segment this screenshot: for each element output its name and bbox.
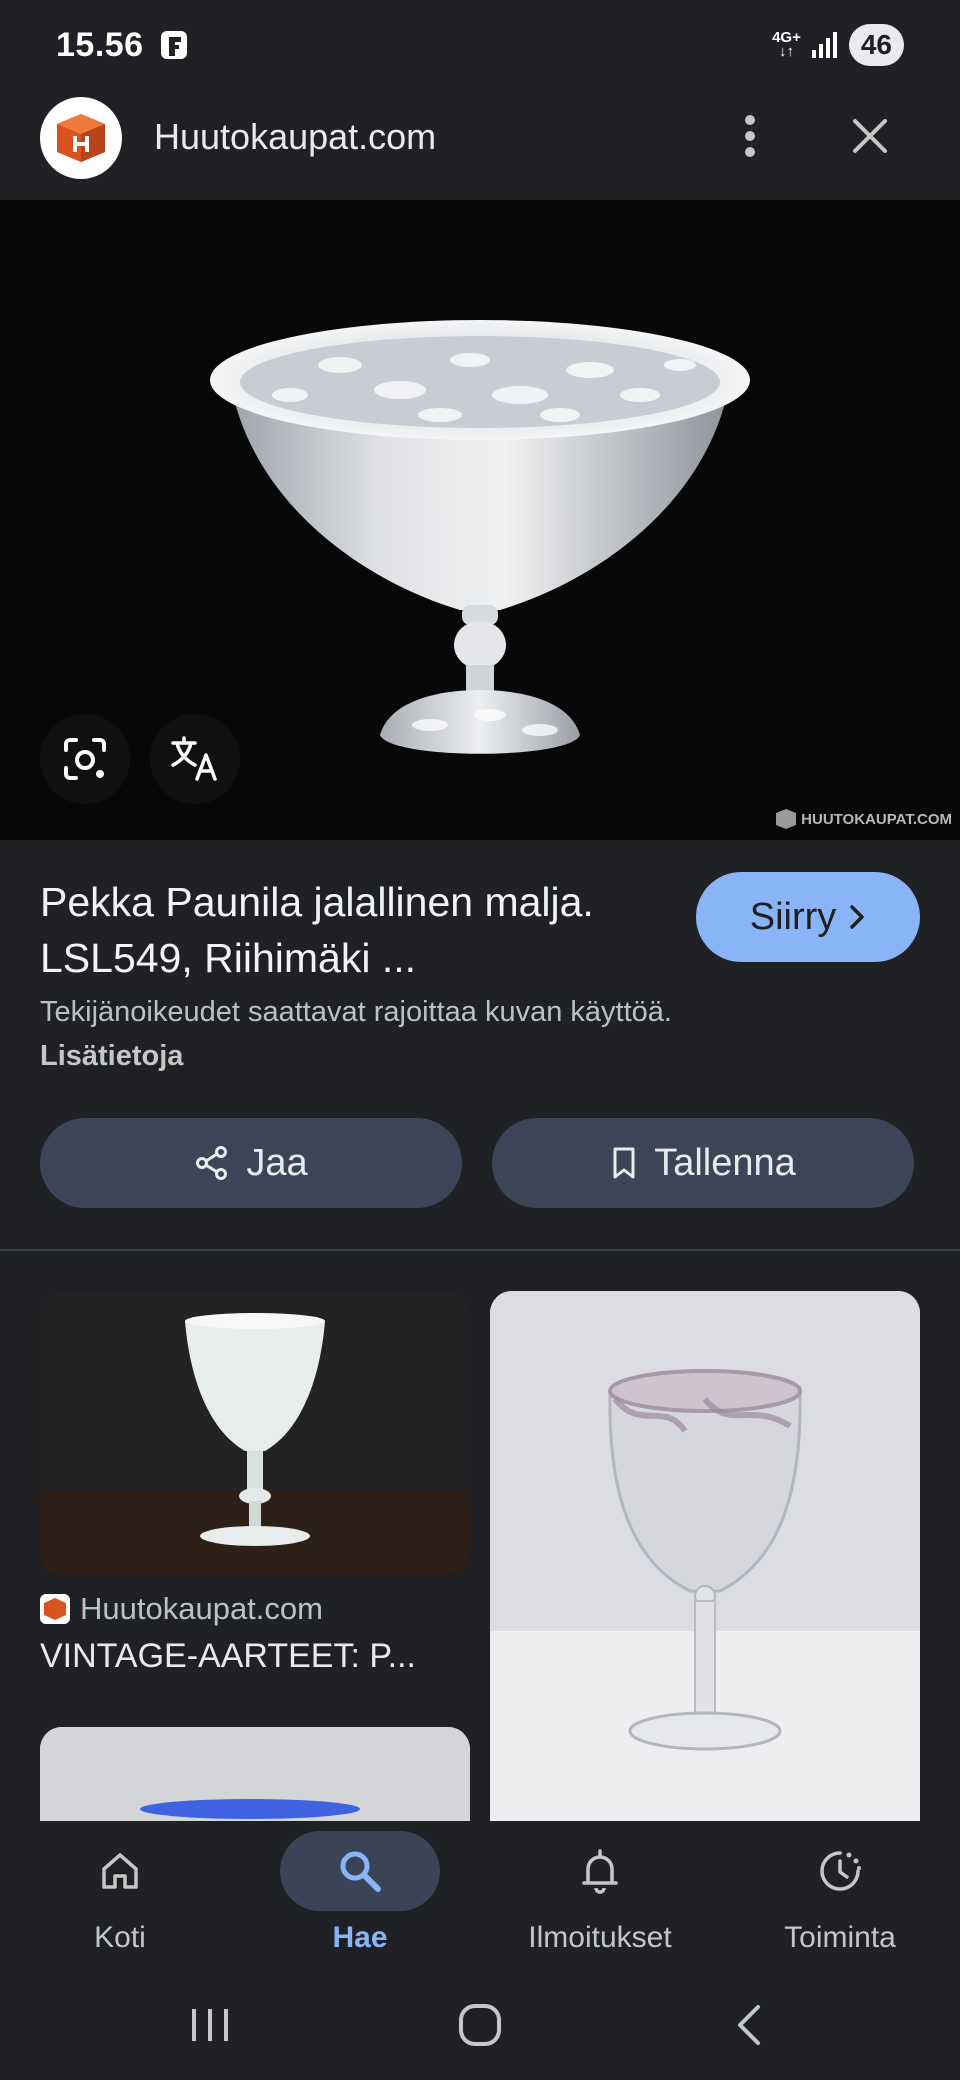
related-result-source[interactable]: Huutokaupat.com: [40, 1591, 323, 1627]
share-button[interactable]: Jaa: [40, 1118, 462, 1208]
related-result-image[interactable]: [40, 1291, 470, 1575]
nav-notifications[interactable]: Ilmoitukset: [480, 1821, 680, 1971]
save-button-label: Tallenna: [654, 1141, 796, 1184]
related-result-image[interactable]: [490, 1291, 920, 1821]
share-button-label: Jaa: [246, 1141, 308, 1184]
nav-notifications-label: Ilmoitukset: [528, 1921, 672, 1954]
result-info: Pekka Paunila jalallinen malja. LSL549, …: [0, 840, 960, 1250]
image-watermark: HUUTOKAUPAT.COM: [775, 808, 952, 830]
nav-activity[interactable]: Toiminta: [720, 1821, 920, 1971]
nav-search[interactable]: Hae: [240, 1821, 440, 1971]
blue-glass-image: [40, 1727, 470, 1821]
clear-glass-image: [490, 1291, 920, 1821]
chevron-right-icon: [850, 905, 865, 929]
auction-box-icon: [44, 1598, 66, 1620]
more-options-button[interactable]: [730, 106, 770, 166]
translate-icon: [171, 736, 217, 781]
status-bar: 15.56 4G+ ↓↑ 46: [0, 0, 960, 92]
opal-glass-image: [40, 1291, 470, 1575]
save-button[interactable]: Tallenna: [492, 1118, 914, 1208]
system-navigation-bar: [0, 1971, 960, 2080]
status-time: 15.56: [56, 26, 144, 64]
nav-search-icon-wrap: [280, 1831, 440, 1911]
status-indicators: 4G+ ↓↑ 46: [772, 24, 904, 66]
related-result-title[interactable]: VINTAGE-AARTEET: P...: [40, 1637, 470, 1676]
data-arrows-icon: ↓↑: [778, 43, 794, 60]
site-favicon: [40, 1594, 70, 1624]
bottom-navigation: Koti Hae Ilmoitukset Toiminta: [0, 1821, 960, 1971]
nav-activity-icon-wrap: [720, 1831, 960, 1911]
network-indicator: 4G+ ↓↑: [772, 30, 801, 60]
activity-icon: [820, 1851, 861, 1891]
back-icon[interactable]: [734, 2003, 764, 2047]
related-results: Huutokaupat.com VINTAGE-AARTEET: P...: [0, 1251, 960, 1821]
site-logo: [40, 97, 122, 179]
recent-apps-icon[interactable]: [188, 2005, 232, 2045]
watermark-logo-icon: [776, 809, 797, 829]
app-notification-icon: [161, 31, 187, 59]
home-button-icon[interactable]: [458, 2003, 502, 2047]
related-source-name: Huutokaupat.com: [80, 1591, 323, 1626]
result-title: Pekka Paunila jalallinen malja. LSL549, …: [40, 879, 594, 981]
glass-bowl-image: [210, 320, 750, 754]
result-image[interactable]: HUUTOKAUPAT.COM: [0, 200, 960, 840]
lens-icon: [64, 738, 106, 780]
visit-button-label: Siirry: [749, 895, 837, 938]
site-title: Huutokaupat.com: [154, 116, 437, 157]
bookmark-icon: [613, 1147, 635, 1179]
visit-button[interactable]: Siirry: [696, 872, 920, 962]
home-icon: [102, 1853, 138, 1889]
copyright-text: Tekijänoikeudet saattavat rajoittaa kuva…: [40, 996, 672, 1028]
nav-notifications-icon-wrap: [480, 1831, 720, 1911]
close-button[interactable]: [846, 110, 894, 162]
nav-search-label: Hae: [332, 1921, 388, 1954]
more-vert-icon: [745, 115, 755, 157]
watermark-text: HUUTOKAUPAT.COM: [801, 810, 952, 828]
copyright-notice: Tekijänoikeudet saattavat rajoittaa kuva…: [40, 990, 680, 1078]
nav-home-icon-wrap: [0, 1831, 240, 1911]
search-icon: [340, 1851, 381, 1892]
learn-more-link[interactable]: Lisätietoja: [40, 1040, 183, 1072]
custom-tab-header: Huutokaupat.com: [0, 92, 960, 200]
share-icon: [196, 1146, 228, 1180]
related-result-image[interactable]: [40, 1727, 470, 1821]
nav-activity-label: Toiminta: [784, 1921, 896, 1954]
nav-home-label: Koti: [94, 1921, 146, 1954]
nav-home[interactable]: Koti: [0, 1821, 200, 1971]
translate-button[interactable]: [150, 714, 240, 804]
close-icon: [853, 119, 887, 153]
auction-box-icon: [57, 114, 105, 162]
lens-search-button[interactable]: [40, 714, 130, 804]
signal-icon: [811, 32, 837, 58]
bell-icon: [582, 1849, 618, 1894]
battery-level: 46: [848, 24, 904, 66]
